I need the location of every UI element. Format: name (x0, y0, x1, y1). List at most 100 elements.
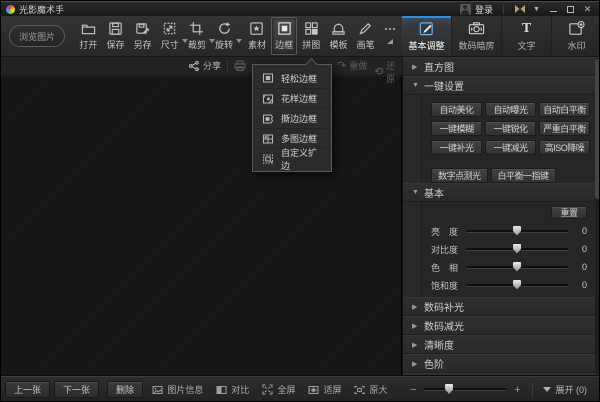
print-icon[interactable] (234, 60, 246, 73)
custom-expand-icon (263, 154, 273, 163)
toolbar-item-rotate[interactable]: 旋转 (211, 17, 243, 55)
share-icon (189, 60, 199, 71)
minimize-button[interactable] (545, 3, 562, 16)
toolbar-item-crop[interactable]: 裁剪 (184, 17, 215, 55)
quick-button-fill-light[interactable]: 一键补光 (431, 140, 482, 155)
fullscreen-icon (262, 384, 273, 395)
quick-button-high-iso-denoise[interactable]: 高ISO降噪 (539, 140, 590, 155)
open-folder-icon (81, 24, 95, 35)
bottombar-separator (532, 382, 534, 397)
chevron-down-icon: ▼ (533, 5, 540, 13)
saturation-slider[interactable] (466, 279, 568, 290)
fit-screen-button[interactable]: 适屏 (308, 383, 341, 396)
section-levels[interactable]: ▶ 色阶 (403, 354, 599, 373)
toolbar-item-save-as[interactable]: 另存 (130, 17, 156, 55)
watermark-icon (569, 20, 585, 35)
section-basic[interactable]: ▼ 基本 (403, 183, 599, 202)
share-button[interactable]: 分享 (189, 59, 221, 72)
quick-button-digital-spot-metering[interactable]: 数字点测光 (431, 168, 488, 183)
slider-hue: 色 相 0 (431, 261, 587, 273)
hue-slider[interactable] (466, 261, 568, 272)
menu-item-easy-border[interactable]: 轻松边框 (253, 68, 331, 88)
toolbar-item-material[interactable]: 素材 (244, 17, 270, 55)
browse-images-button[interactable]: 浏览图片 (9, 25, 66, 47)
torn-border-icon (263, 114, 274, 123)
tab-digital-darkroom[interactable]: 数码暗房 (451, 16, 501, 56)
zoom-out-button[interactable]: − (408, 384, 418, 396)
section-clarity[interactable]: ▶ 清晰度 (403, 335, 599, 354)
collapsed-arrow-icon: ▶ (412, 360, 418, 368)
menu-item-custom-expand[interactable]: 自定义扩边 (253, 148, 331, 171)
bowtie-icon (514, 5, 525, 13)
action-row: 分享 ↷ 重做 ⟲ 还原 (1, 57, 402, 84)
quick-button-one-click-sharpen[interactable]: 一键锐化 (485, 121, 536, 136)
quick-button-one-click-blur[interactable]: 一键模糊 (431, 121, 482, 136)
toolbar-item-collage[interactable]: 拼图 (298, 17, 324, 55)
scrollbar-thumb[interactable] (595, 59, 599, 199)
quick-button-reduce-light[interactable]: 一键减光 (485, 140, 536, 155)
tab-text[interactable]: T 文字 (501, 16, 551, 56)
quick-button-auto-exposure[interactable]: 自动曝光 (485, 102, 536, 117)
redo-button[interactable]: ↷ 重做 (337, 59, 367, 72)
slider-brightness: 亮 度 0 (431, 225, 587, 237)
rotate-dropdown-arrow[interactable] (236, 39, 243, 43)
camera-icon (468, 22, 485, 35)
delete-button[interactable]: 删除 (107, 381, 144, 398)
compare-toggle[interactable]: 对比 (216, 383, 249, 396)
section-digital-reduce-light[interactable]: ▶ 数码减光 (403, 316, 599, 335)
tab-basic-adjust[interactable]: 基本调整 (402, 16, 451, 56)
toolbar-item-open[interactable]: 打开 (75, 17, 101, 55)
section-digital-fill-light[interactable]: ▶ 数码补光 (403, 297, 599, 316)
image-info-toggle[interactable]: 图片信息 (152, 383, 203, 396)
menu-dropdown-button[interactable]: ▼ (528, 3, 545, 16)
basic-body: 重置 亮 度 0 对比度 0 色 相 0 饱和度 0 (421, 202, 599, 297)
save-as-icon (136, 23, 149, 34)
toolbar-item-save[interactable]: 保存 (102, 17, 128, 55)
more-icon (385, 28, 396, 30)
app-title: 光影魔术手 (19, 4, 65, 15)
panel-scrollbar[interactable] (595, 58, 599, 374)
login-button[interactable]: 登录 (459, 3, 493, 16)
zoom-slider[interactable] (424, 384, 507, 394)
brightness-slider[interactable] (466, 225, 568, 236)
menu-item-fancy-border[interactable]: 花样边框 (253, 88, 331, 108)
toolbar-item-resize[interactable]: 尺寸 (157, 17, 188, 55)
slider-handle[interactable] (513, 279, 521, 290)
zoom-slider-handle[interactable] (445, 384, 454, 394)
maximize-button[interactable] (562, 3, 579, 16)
prev-image-button[interactable]: 上一张 (5, 381, 51, 398)
edit-square-icon (419, 22, 433, 36)
next-image-button[interactable]: 下一张 (54, 381, 100, 398)
section-histogram[interactable]: ▶ 直方图 (403, 57, 599, 76)
collapsed-arrow-icon: ▶ (412, 303, 418, 311)
app-logo-icon (6, 4, 15, 14)
zoom-in-button[interactable]: + (512, 384, 522, 396)
close-icon: ✕ (583, 3, 592, 14)
slider-handle[interactable] (513, 225, 521, 236)
quick-button-auto-beautify[interactable]: 自动美化 (431, 102, 482, 117)
quick-button-auto-white-balance[interactable]: 自动白平衡 (539, 102, 590, 117)
menu-item-torn-border[interactable]: 撕边边框 (253, 108, 331, 128)
slider-handle[interactable] (513, 243, 521, 254)
border-dropdown-menu: 轻松边框 花样边框 撕边边框 多图边框 自定义扩边 (252, 64, 332, 172)
section-quick-settings[interactable]: ▼ 一键设置 (403, 76, 599, 95)
reset-button[interactable]: 重置 (551, 206, 587, 219)
slider-handle[interactable] (513, 261, 521, 272)
contrast-slider[interactable] (466, 243, 568, 254)
titlebar: 光影魔术手 登录 ▼ ✕ (1, 1, 599, 16)
quick-button-white-balance-one-touch[interactable]: 白平衡一指键 (490, 168, 556, 183)
quick-button-severe-white-balance[interactable]: 严重白平衡 (539, 121, 590, 136)
toolbar-item-brush[interactable]: 画笔 (353, 17, 379, 55)
rotate-icon (218, 22, 230, 34)
original-size-button[interactable]: 原大 (354, 383, 387, 396)
expand-filmstrip-button[interactable]: 展开 (0) (543, 383, 587, 396)
tab-watermark[interactable]: 水印 (551, 16, 599, 56)
close-button[interactable]: ✕ (579, 3, 596, 16)
toolbar-item-border[interactable]: 边框 (271, 17, 298, 55)
toolbar-item-more[interactable] (380, 17, 401, 55)
skin-button[interactable] (511, 3, 528, 16)
restore-button[interactable]: ⟲ 还原 (374, 59, 402, 85)
toolbar-item-template[interactable]: 模板 (325, 17, 351, 55)
expand-arrow-icon (543, 387, 552, 392)
fullscreen-button[interactable]: 全屏 (262, 383, 295, 396)
